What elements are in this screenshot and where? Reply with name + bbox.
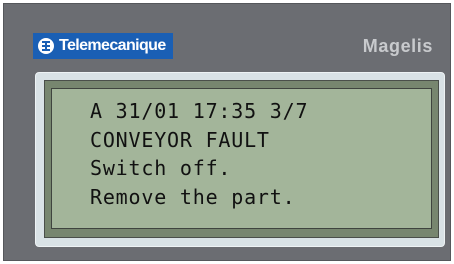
alarm-status-line: A 31/01 17:35 3/7 xyxy=(90,99,309,123)
lcd-display: A 31/01 17:35 3/7 CONVEYOR FAULT Switch … xyxy=(51,88,432,229)
hmi-panel: Telemecanique Magelis A 31/01 17:35 3/7 … xyxy=(3,3,451,261)
instruction-line-2: Remove the part. xyxy=(90,184,296,209)
telemecanique-logo-icon xyxy=(38,38,54,54)
brand-name: Telemecanique xyxy=(59,37,166,54)
product-name: Magelis xyxy=(362,36,433,56)
lcd-frame: A 31/01 17:35 3/7 CONVEYOR FAULT Switch … xyxy=(44,80,439,238)
instruction-line-1: Switch off. xyxy=(90,156,232,180)
alarm-title-line: CONVEYOR FAULT xyxy=(90,127,270,152)
telemecanique-brand-logo: Telemecanique xyxy=(33,33,173,59)
